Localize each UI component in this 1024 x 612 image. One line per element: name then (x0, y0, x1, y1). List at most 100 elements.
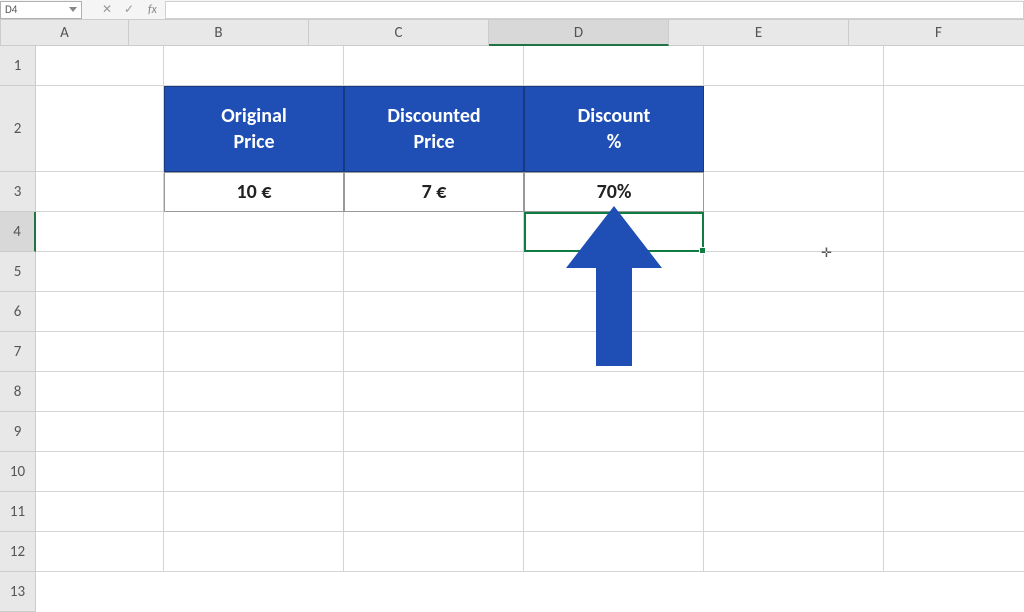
cell[interactable] (524, 532, 704, 572)
row-header-1[interactable]: 1 (0, 46, 36, 86)
col-header-F[interactable]: F (849, 20, 1024, 46)
cell[interactable] (164, 532, 344, 572)
cell[interactable] (36, 492, 164, 532)
cell[interactable] (704, 532, 884, 572)
cell[interactable] (344, 332, 524, 372)
col-header-A[interactable]: A (1, 20, 129, 46)
column-headers: A B C D E F G (1, 20, 1024, 46)
row-header-6[interactable]: 6 (0, 292, 36, 332)
cell[interactable] (344, 452, 524, 492)
cell[interactable] (884, 212, 1024, 252)
header-text: Discount (578, 103, 651, 129)
cell[interactable] (36, 172, 164, 212)
fill-handle[interactable] (699, 247, 706, 254)
cell[interactable] (884, 252, 1024, 292)
cell[interactable] (524, 372, 704, 412)
cell[interactable] (36, 46, 164, 86)
cell[interactable] (164, 452, 344, 492)
cell[interactable] (884, 46, 1024, 86)
cell[interactable] (524, 412, 704, 452)
formula-input[interactable] (165, 1, 1024, 19)
cell[interactable] (36, 332, 164, 372)
select-all-corner[interactable] (0, 20, 1, 46)
cell[interactable] (36, 372, 164, 412)
cell[interactable] (164, 252, 344, 292)
row-header-12[interactable]: 12 (0, 532, 36, 572)
row-header-4[interactable]: 4 (0, 212, 36, 252)
cell[interactable] (164, 212, 344, 252)
dropdown-icon[interactable] (69, 7, 77, 12)
cell[interactable] (884, 172, 1024, 212)
cell[interactable] (344, 212, 524, 252)
cell[interactable] (164, 332, 344, 372)
cell[interactable] (36, 86, 164, 172)
cell[interactable] (704, 412, 884, 452)
row-header-5[interactable]: 5 (0, 252, 36, 292)
row-header-13[interactable]: 13 (0, 572, 36, 612)
cell[interactable] (344, 372, 524, 412)
cell[interactable] (36, 252, 164, 292)
cell[interactable] (884, 532, 1024, 572)
cancel-formula-button[interactable]: ✕ (96, 2, 118, 17)
row-header-2[interactable]: 2 (0, 86, 36, 172)
cell[interactable] (884, 412, 1024, 452)
cell[interactable] (164, 372, 344, 412)
header-discounted-price[interactable]: Discounted Price (344, 86, 524, 172)
cell[interactable] (344, 532, 524, 572)
cell[interactable] (164, 292, 344, 332)
row-header-8[interactable]: 8 (0, 372, 36, 412)
cell[interactable] (884, 332, 1024, 372)
cell[interactable] (344, 46, 524, 86)
col-header-C[interactable]: C (309, 20, 489, 46)
row-header-11[interactable]: 11 (0, 492, 36, 532)
cell[interactable] (704, 492, 884, 532)
name-box[interactable]: D4 (0, 1, 82, 19)
col-header-E[interactable]: E (669, 20, 849, 46)
cell[interactable] (704, 332, 884, 372)
cell[interactable] (704, 452, 884, 492)
cell[interactable] (36, 212, 164, 252)
formula-bar: D4 ✕ ✓ fx (0, 0, 1024, 20)
cell[interactable] (704, 292, 884, 332)
cell[interactable] (524, 492, 704, 532)
cell[interactable] (704, 46, 884, 86)
col-header-D[interactable]: D (489, 20, 669, 46)
cell-original-price[interactable]: 10 € (164, 172, 344, 212)
cell[interactable] (344, 412, 524, 452)
cell[interactable] (524, 452, 704, 492)
header-original-price[interactable]: Original Price (164, 86, 344, 172)
cell[interactable] (164, 492, 344, 532)
cell[interactable] (704, 372, 884, 412)
cell[interactable] (36, 292, 164, 332)
header-text: Original (221, 103, 286, 129)
cell-discounted-price[interactable]: 7 € (344, 172, 524, 212)
row-header-7[interactable]: 7 (0, 332, 36, 372)
cell[interactable] (884, 452, 1024, 492)
cell[interactable] (344, 252, 524, 292)
header-discount-percent[interactable]: Discount % (524, 86, 704, 172)
cell[interactable] (344, 292, 524, 332)
cell[interactable] (524, 46, 704, 86)
cell[interactable] (36, 532, 164, 572)
cell[interactable] (704, 86, 884, 172)
cell[interactable] (36, 412, 164, 452)
cell[interactable] (36, 452, 164, 492)
cell[interactable] (164, 412, 344, 452)
cell[interactable] (704, 212, 884, 252)
cell[interactable] (344, 492, 524, 532)
cell[interactable] (884, 372, 1024, 412)
cell-grid[interactable]: // placeholder: actual base cells drawn … (36, 46, 1024, 612)
row-header-3[interactable]: 3 (0, 172, 36, 212)
fx-label[interactable]: fx (148, 3, 157, 17)
cell[interactable] (884, 292, 1024, 332)
cell[interactable] (884, 86, 1024, 172)
row-header-9[interactable]: 9 (0, 412, 36, 452)
cell[interactable] (164, 46, 344, 86)
row-header-10[interactable]: 10 (0, 452, 36, 492)
spreadsheet-area: A B C D E F G 1 2 3 4 5 6 7 8 9 10 11 (0, 20, 1024, 576)
cell[interactable] (704, 252, 884, 292)
confirm-formula-button[interactable]: ✓ (118, 2, 140, 17)
cell[interactable] (704, 172, 884, 212)
col-header-B[interactable]: B (129, 20, 309, 46)
cell[interactable] (884, 492, 1024, 532)
